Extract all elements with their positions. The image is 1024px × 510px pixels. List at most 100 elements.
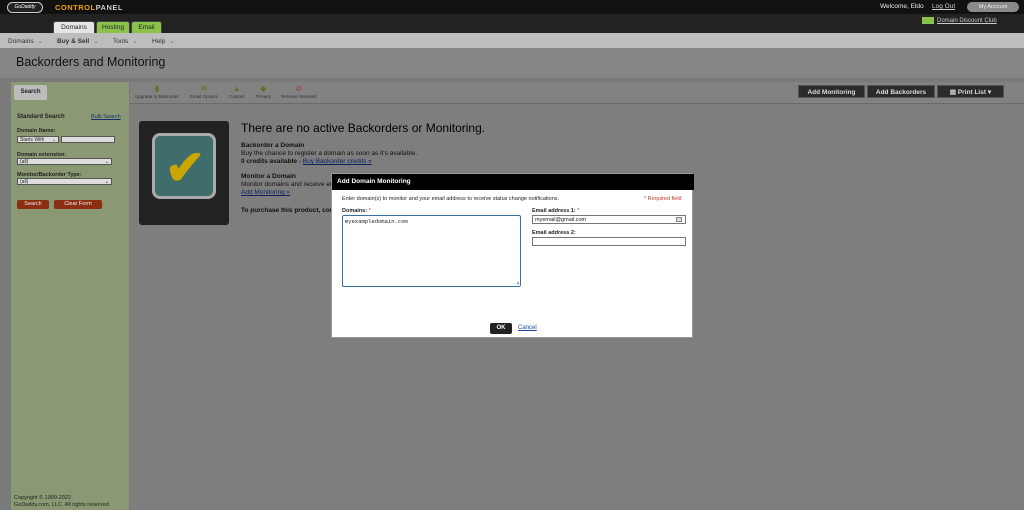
email-1-label: Email address 1: * xyxy=(532,208,579,214)
search-sidebar: Search Standard Search Bulk Search Domai… xyxy=(11,82,129,510)
select-value: (all) xyxy=(20,179,29,185)
starts-with-select[interactable]: Starts With ⌄ xyxy=(17,136,59,143)
add-backorders-button[interactable]: Add Backorders xyxy=(867,85,935,98)
input-value: myemail@gmail.com xyxy=(535,217,587,223)
select-value: (all) xyxy=(20,159,29,165)
hero-frame: ✔ xyxy=(152,133,216,199)
toolbar-label: Privacy xyxy=(256,94,271,99)
domains-textarea[interactable]: myexampledomain.com ◢ xyxy=(342,215,521,287)
chevron-down-icon: ⌄ xyxy=(104,159,109,165)
copyright: Copyright © 1999-2022 GoDaddy.com, LLC. … xyxy=(14,495,110,509)
menu-label: Help xyxy=(152,38,166,45)
email-1-input[interactable]: myemail@gmail.com xyxy=(532,215,686,224)
label-text: Domains: xyxy=(342,208,368,214)
required-text: Required field xyxy=(647,196,682,202)
discount-badge-icon xyxy=(922,17,934,24)
brand-part-2: PANEL xyxy=(95,3,123,12)
toolbar-label: Upgrade to Backorder xyxy=(135,94,180,99)
type-select[interactable]: (all) ⌄ xyxy=(17,178,112,185)
backorder-description: Buy the chance to register a domain as s… xyxy=(241,150,418,157)
menu-help[interactable]: Help ⌄ xyxy=(152,37,175,45)
search-button[interactable]: Search xyxy=(17,200,49,209)
tab-hosting[interactable]: Hosting xyxy=(96,21,130,33)
resize-grip-icon[interactable]: ◢ xyxy=(516,280,519,286)
menu-label: Tools xyxy=(113,38,129,45)
clear-form-button[interactable]: Clear Form xyxy=(54,200,102,209)
menu-tools[interactable]: Tools ⌄ xyxy=(113,37,138,45)
cancel-link[interactable]: Cancel xyxy=(518,325,537,331)
email-2-label: Email address 2: xyxy=(532,230,576,236)
backorder-title: Backorder a Domain xyxy=(241,142,305,149)
domain-extension-select[interactable]: (all) ⌄ xyxy=(17,158,112,165)
copyright-line-2: GoDaddy.com, LLC. All rights reserved. xyxy=(14,502,111,508)
contact-card-icon[interactable] xyxy=(676,217,682,222)
search-tab[interactable]: Search xyxy=(14,85,47,100)
chevron-down-icon: ⌄ xyxy=(37,38,44,45)
menu-buy-sell[interactable]: Buy & Sell ⌄ xyxy=(57,37,99,45)
tab-email[interactable]: Email xyxy=(131,21,162,33)
remove-selected-button[interactable]: ⊘ Remove Selected xyxy=(281,84,317,99)
tab-domains[interactable]: Domains xyxy=(53,21,95,33)
monitor-title: Monitor a Domain xyxy=(241,173,296,180)
upgrade-to-backorder-button[interactable]: ▮ Upgrade to Backorder xyxy=(135,84,179,99)
chevron-down-icon: ⌄ xyxy=(51,137,56,143)
brand-part-1: CONTROL xyxy=(55,3,96,12)
textarea-value: myexampledomain.com xyxy=(345,218,408,225)
required-star: * xyxy=(644,196,647,202)
dialog-title: Add Domain Monitoring xyxy=(332,174,694,190)
contact-button[interactable]: ▲ Contact xyxy=(229,84,245,99)
label-text: Email address 1: xyxy=(532,208,576,214)
welcome-text: Welcome, Eldo xyxy=(880,3,924,10)
top-bar: GoDaddy CONTROLPANEL Welcome, Eldo Log O… xyxy=(0,0,1024,14)
domain-discount-club-link[interactable]: Domain Discount Club xyxy=(922,17,997,24)
email-options-button[interactable]: ✉ Email Options xyxy=(190,84,218,99)
godaddy-logo[interactable]: GoDaddy xyxy=(7,2,43,13)
menu-domains[interactable]: Domains ⌄ xyxy=(8,37,43,45)
control-panel-title: CONTROLPANEL xyxy=(55,3,123,12)
ok-button[interactable]: OK xyxy=(490,323,512,334)
monitor-description: Monitor domains and receive em xyxy=(241,181,336,188)
bulk-search-link[interactable]: Bulk Search xyxy=(91,114,121,120)
printer-icon: ▤ xyxy=(949,89,958,96)
dialog-instructions: Enter domain(s) to monitor and your emai… xyxy=(342,196,560,202)
privacy-icon: ◆ xyxy=(260,84,267,93)
title-bar: Backorders and Monitoring xyxy=(0,48,1024,78)
logout-link[interactable]: Log Out xyxy=(932,3,955,10)
credits-line: 0 credits available - Buy Backorder cred… xyxy=(241,158,372,165)
toolbar-label: Remove Selected xyxy=(281,94,317,99)
required-star: * xyxy=(577,208,580,214)
contact-icon: ▲ xyxy=(232,84,241,93)
menu-bar: Domains ⌄ Buy & Sell ⌄ Tools ⌄ Help ⌄ xyxy=(0,33,1024,48)
toolbar: ▮ Upgrade to Backorder ✉ Email Options ▲ Co… xyxy=(130,82,1024,104)
domain-name-input[interactable] xyxy=(61,136,115,143)
copyright-line-1: Copyright © 1999-2022 xyxy=(14,495,71,501)
my-account-button[interactable]: My Account xyxy=(967,2,1019,12)
email-icon: ✉ xyxy=(200,84,208,93)
required-field-note: * Required field xyxy=(644,196,682,202)
chevron-down-icon: ▾ xyxy=(986,89,992,96)
privacy-button[interactable]: ◆ Privacy xyxy=(256,84,271,99)
domains-label: Domains: * xyxy=(342,208,371,214)
remove-icon: ⊘ xyxy=(295,84,303,93)
domain-name-label: Domain Name: xyxy=(17,128,56,134)
email-2-input[interactable] xyxy=(532,237,686,246)
add-domain-monitoring-dialog: Add Domain Monitoring Enter domain(s) to… xyxy=(331,173,694,338)
empty-state-heading: There are no active Backorders or Monito… xyxy=(241,121,486,135)
checkmark-icon: ✔ xyxy=(165,142,206,195)
toolbar-label: Contact xyxy=(229,94,245,99)
add-monitoring-button[interactable]: Add Monitoring xyxy=(798,85,865,98)
chevron-down-icon: ⌄ xyxy=(169,38,175,45)
required-star: * xyxy=(368,208,371,214)
print-list-button[interactable]: ▤ Print List ▾ xyxy=(937,85,1004,98)
product-tabs: Domains Hosting Email Domain Discount Cl… xyxy=(0,14,1024,33)
buy-credits-link[interactable]: Buy Backorder credits » xyxy=(303,158,372,165)
print-list-label: Print List xyxy=(957,89,987,96)
discount-club-label: Domain Discount Club xyxy=(937,18,997,25)
standard-search-label: Standard Search xyxy=(17,114,65,120)
purchase-note: To purchase this product, con xyxy=(241,207,334,214)
chevron-down-icon: ⌄ xyxy=(104,179,109,185)
chevron-down-icon: ⌄ xyxy=(132,38,138,45)
menu-label: Buy & Sell xyxy=(57,38,90,45)
add-monitoring-link[interactable]: Add Monitoring » xyxy=(241,189,290,196)
chevron-down-icon: ⌄ xyxy=(93,38,99,45)
